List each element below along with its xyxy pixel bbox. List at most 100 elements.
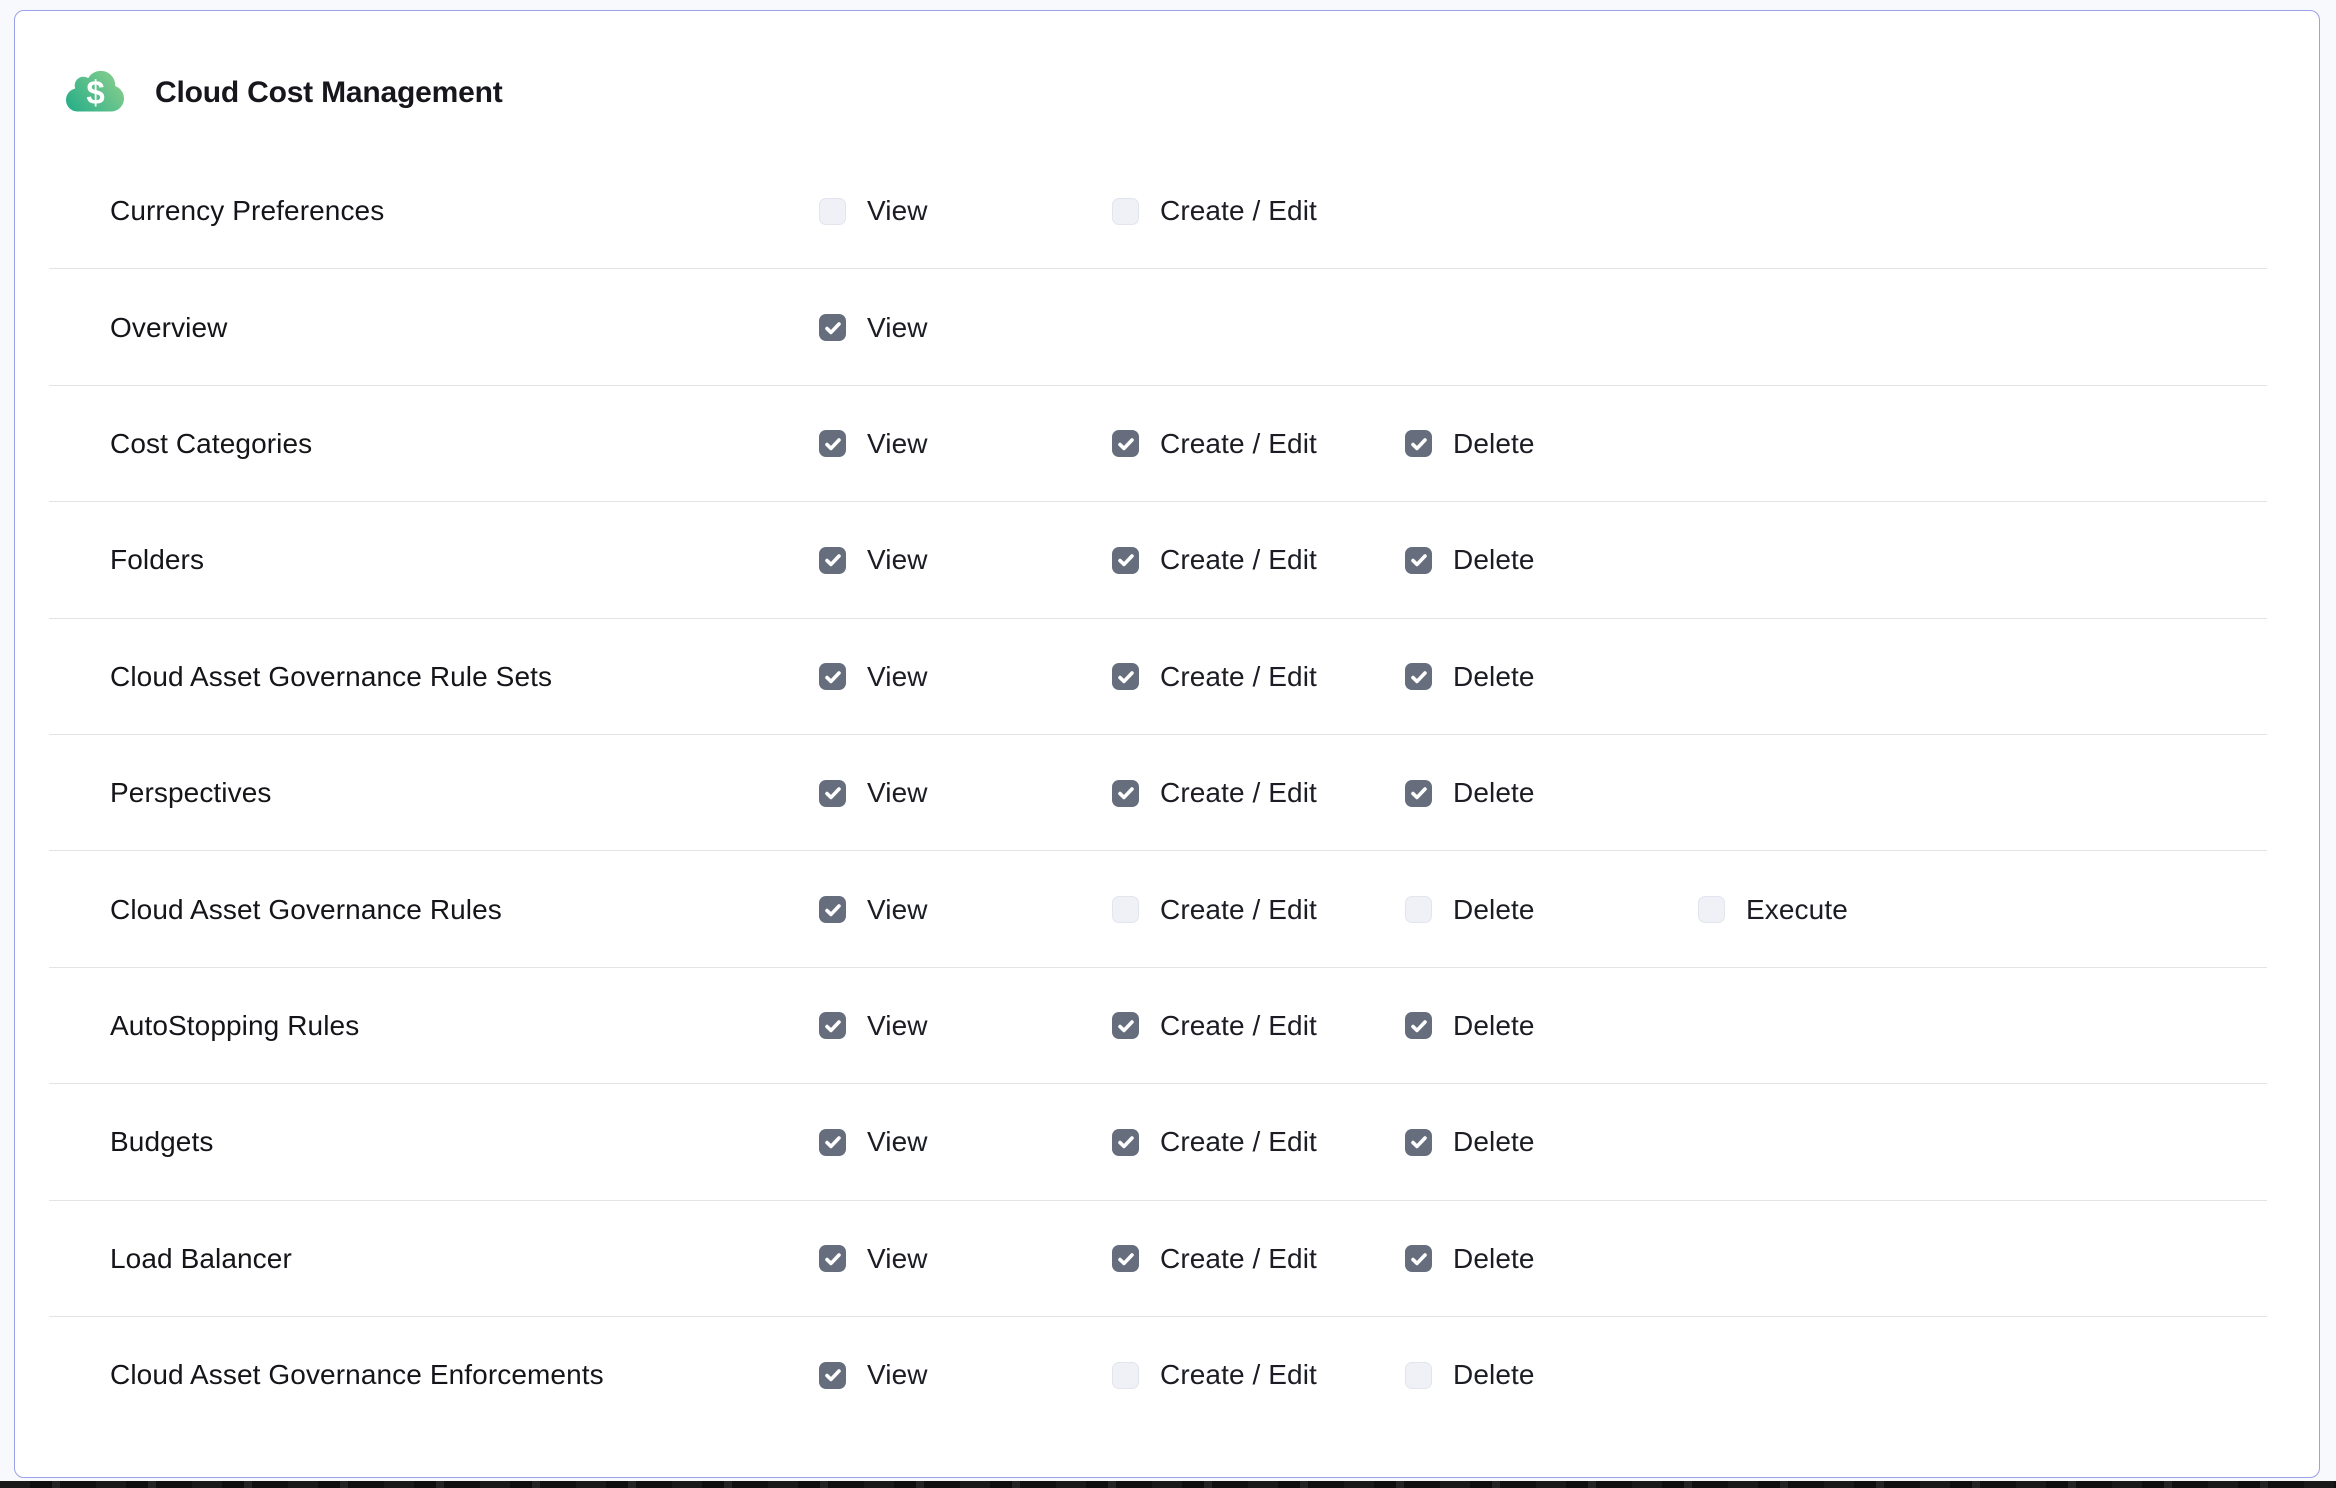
- permission-row: AutoStopping Rules View Create / Edit Dele…: [15, 968, 2319, 1084]
- delete-checkbox-unchecked[interactable]: [1405, 896, 1432, 923]
- create-checkbox-unchecked[interactable]: [1112, 198, 1139, 225]
- permission-view: View: [819, 661, 928, 693]
- permission-label: View: [867, 544, 928, 576]
- view-checkbox-checked[interactable]: [819, 1129, 846, 1156]
- permission-create: Create / Edit: [1112, 428, 1317, 460]
- resource-name: Cloud Asset Governance Rule Sets: [110, 661, 552, 693]
- permission-label: Create / Edit: [1160, 1243, 1317, 1275]
- permission-view: View: [819, 1126, 928, 1158]
- permission-label: Create / Edit: [1160, 195, 1317, 227]
- execute-checkbox-unchecked[interactable]: [1698, 896, 1725, 923]
- permission-label: Delete: [1453, 1359, 1535, 1391]
- view-checkbox-checked[interactable]: [819, 1245, 846, 1272]
- dollar-symbol: $: [86, 74, 104, 111]
- permission-create: Create / Edit: [1112, 1359, 1317, 1391]
- create-checkbox-checked[interactable]: [1112, 430, 1139, 457]
- create-checkbox-checked[interactable]: [1112, 663, 1139, 690]
- delete-checkbox-checked[interactable]: [1405, 430, 1432, 457]
- permission-delete: Delete: [1405, 544, 1535, 576]
- permission-view: View: [819, 428, 928, 460]
- view-checkbox-checked[interactable]: [819, 430, 846, 457]
- view-checkbox-unchecked[interactable]: [819, 198, 846, 225]
- card-header: $ Cloud Cost Management: [15, 11, 2319, 153]
- permission-delete: Delete: [1405, 1010, 1535, 1042]
- create-checkbox-checked[interactable]: [1112, 1129, 1139, 1156]
- permission-label: Create / Edit: [1160, 1010, 1317, 1042]
- permission-label: Delete: [1453, 894, 1535, 926]
- permission-row: Cost Categories View Create / Edit Delete: [15, 386, 2319, 502]
- permission-label: View: [867, 1243, 928, 1275]
- permission-label: Create / Edit: [1160, 428, 1317, 460]
- create-checkbox-unchecked[interactable]: [1112, 1362, 1139, 1389]
- resource-name: Perspectives: [110, 777, 272, 809]
- permission-execute: Execute: [1698, 894, 1848, 926]
- delete-checkbox-checked[interactable]: [1405, 780, 1432, 807]
- permission-delete: Delete: [1405, 1243, 1535, 1275]
- permission-create: Create / Edit: [1112, 195, 1317, 227]
- create-checkbox-unchecked[interactable]: [1112, 896, 1139, 923]
- permission-label: View: [867, 1359, 928, 1391]
- permission-view: View: [819, 195, 928, 227]
- view-checkbox-checked[interactable]: [819, 780, 846, 807]
- create-checkbox-checked[interactable]: [1112, 780, 1139, 807]
- permission-row: Folders View Create / Edit Delete: [15, 502, 2319, 618]
- permission-label: Delete: [1453, 661, 1535, 693]
- delete-checkbox-checked[interactable]: [1405, 663, 1432, 690]
- permission-label: Create / Edit: [1160, 894, 1317, 926]
- view-checkbox-checked[interactable]: [819, 1012, 846, 1039]
- cloud-dollar-icon: $: [66, 68, 124, 114]
- permission-row: Overview View: [15, 269, 2319, 385]
- view-checkbox-checked[interactable]: [819, 547, 846, 574]
- permission-view: View: [819, 894, 928, 926]
- permission-label: Delete: [1453, 777, 1535, 809]
- permission-row: Cloud Asset Governance Rule Sets View Cre…: [15, 619, 2319, 735]
- permission-create: Create / Edit: [1112, 777, 1317, 809]
- permission-view: View: [819, 312, 928, 344]
- permission-label: Execute: [1746, 894, 1848, 926]
- permission-label: Delete: [1453, 544, 1535, 576]
- delete-checkbox-checked[interactable]: [1405, 547, 1432, 574]
- permission-delete: Delete: [1405, 894, 1535, 926]
- view-checkbox-checked[interactable]: [819, 896, 846, 923]
- permission-row: Currency Preferences ViewCreate / Edit: [15, 153, 2319, 269]
- permission-row: Load Balancer View Create / Edit Delete: [15, 1201, 2319, 1317]
- view-checkbox-checked[interactable]: [819, 663, 846, 690]
- permission-delete: Delete: [1405, 661, 1535, 693]
- create-checkbox-checked[interactable]: [1112, 547, 1139, 574]
- resource-name: AutoStopping Rules: [110, 1010, 359, 1042]
- permission-rows: Currency Preferences ViewCreate / Edit O…: [15, 153, 2319, 1433]
- create-checkbox-checked[interactable]: [1112, 1012, 1139, 1039]
- module-title: Cloud Cost Management: [155, 76, 502, 110]
- permission-label: Create / Edit: [1160, 777, 1317, 809]
- delete-checkbox-checked[interactable]: [1405, 1245, 1432, 1272]
- permission-label: Delete: [1453, 1126, 1535, 1158]
- permission-create: Create / Edit: [1112, 894, 1317, 926]
- permission-view: View: [819, 544, 928, 576]
- view-checkbox-checked[interactable]: [819, 1362, 846, 1389]
- permission-label: View: [867, 894, 928, 926]
- create-checkbox-checked[interactable]: [1112, 1245, 1139, 1272]
- permission-delete: Delete: [1405, 428, 1535, 460]
- permission-row: Cloud Asset Governance Enforcements View…: [15, 1317, 2319, 1433]
- permission-create: Create / Edit: [1112, 544, 1317, 576]
- permission-row: Budgets ViewCreate / EditDelete: [15, 1084, 2319, 1200]
- permission-delete: Delete: [1405, 1126, 1535, 1158]
- delete-checkbox-checked[interactable]: [1405, 1129, 1432, 1156]
- permission-label: Delete: [1453, 428, 1535, 460]
- permission-label: Delete: [1453, 1243, 1535, 1275]
- permission-view: View: [819, 1010, 928, 1042]
- resource-name: Load Balancer: [110, 1243, 292, 1275]
- permissions-card: $ Cloud Cost Management Currency Prefere…: [14, 10, 2320, 1478]
- resource-name: Cloud Asset Governance Rules: [110, 894, 502, 926]
- delete-checkbox-checked[interactable]: [1405, 1012, 1432, 1039]
- permission-create: Create / Edit: [1112, 1010, 1317, 1042]
- view-checkbox-checked[interactable]: [819, 314, 846, 341]
- delete-checkbox-unchecked[interactable]: [1405, 1362, 1432, 1389]
- permission-create: Create / Edit: [1112, 661, 1317, 693]
- permission-label: Create / Edit: [1160, 1359, 1317, 1391]
- resource-name: Folders: [110, 544, 204, 576]
- permission-label: View: [867, 1010, 928, 1042]
- resource-name: Budgets: [110, 1126, 213, 1158]
- resource-name: Cost Categories: [110, 428, 312, 460]
- permission-row: Cloud Asset Governance Rules View Create …: [15, 851, 2319, 967]
